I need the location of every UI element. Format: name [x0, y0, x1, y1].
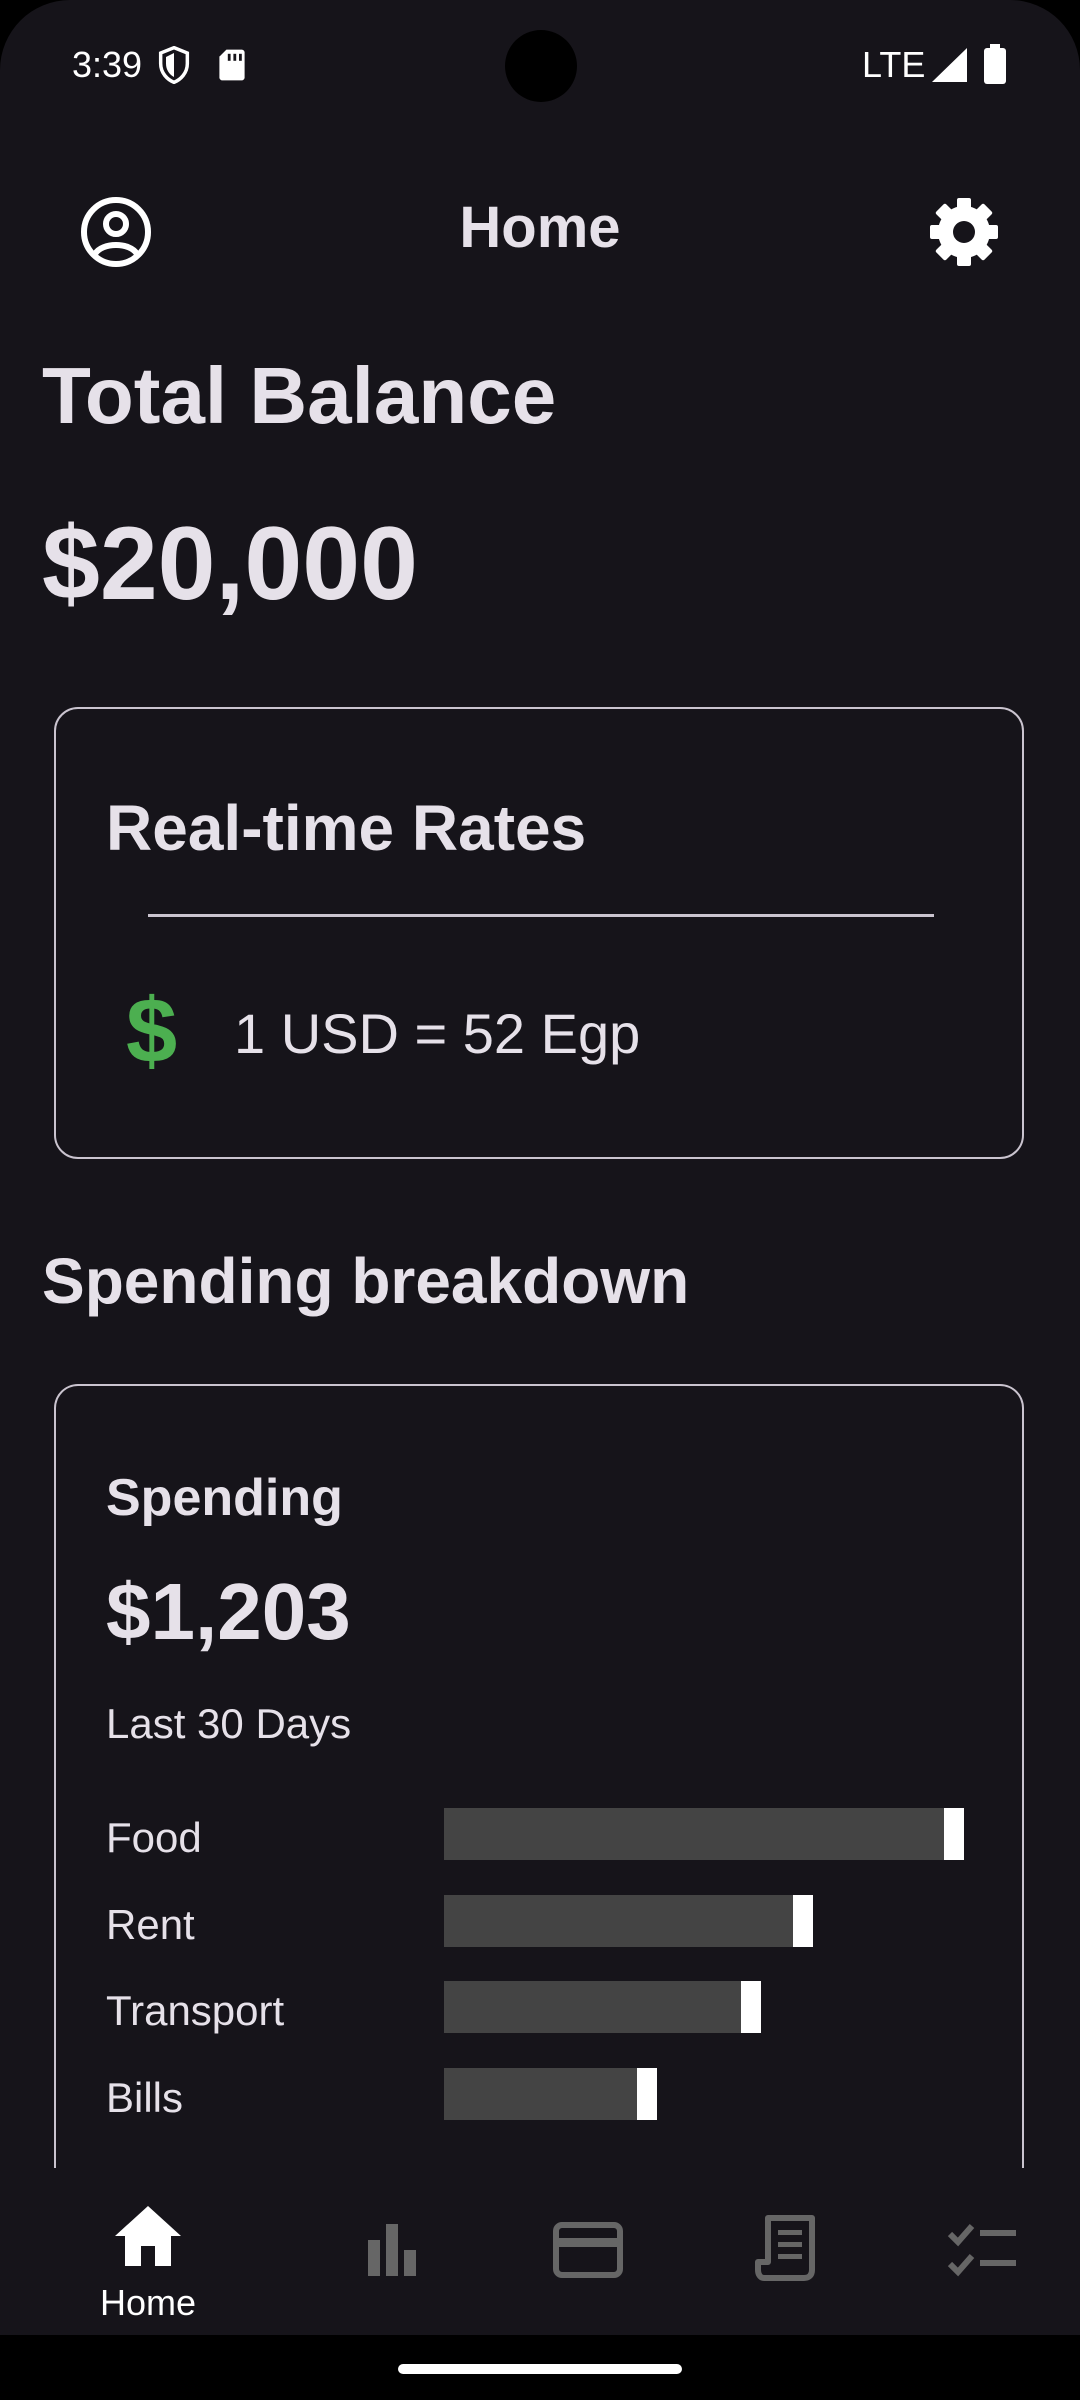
category-row-bills: Bills [106, 2068, 976, 2124]
nav-label-home: Home [99, 2282, 197, 2323]
nav-item-cards[interactable] [518, 2198, 658, 2308]
bottom-navigation: Home [0, 2168, 1080, 2335]
nav-item-home[interactable]: Home [78, 2198, 218, 2323]
category-bar-marker [793, 1895, 813, 1947]
camera-cutout [505, 30, 577, 102]
category-name: Transport [106, 1987, 285, 2034]
spending-breakdown-heading: Spending breakdown [42, 1245, 690, 1317]
sd-card-icon [218, 48, 246, 87]
gesture-home-indicator[interactable] [398, 2364, 682, 2374]
spending-label: Spending [106, 1469, 343, 1527]
total-balance-amount: $20,000 [42, 506, 418, 622]
category-bar [444, 1808, 964, 1860]
app-screen: 3:39 LTE Home Total Balance $20,000 Real… [0, 0, 1080, 2335]
category-row-transport: Transport [106, 1981, 976, 2037]
category-bar-marker [637, 2068, 657, 2120]
credit-card-icon [553, 2222, 623, 2278]
battery-icon [984, 44, 1006, 89]
receipt-icon [755, 2215, 815, 2281]
category-row-rent: Rent [106, 1895, 976, 1951]
bar-chart-icon [368, 2224, 416, 2276]
settings-button[interactable] [918, 186, 1010, 278]
signal-icon [932, 48, 968, 87]
home-icon [115, 2206, 181, 2266]
spending-total: $1,203 [106, 1567, 351, 1656]
gear-icon [930, 198, 998, 266]
rates-card-title: Real-time Rates [106, 792, 587, 864]
nav-item-receipts[interactable] [716, 2198, 856, 2308]
spending-period: Last 30 Days [106, 1700, 352, 1747]
top-app-bar: Home [0, 180, 1080, 280]
category-row-food: Food [106, 1808, 976, 1864]
exchange-rate: 1 USD = 52 Egp [234, 1002, 641, 1065]
category-bar [444, 2068, 657, 2120]
nav-item-tasks[interactable] [912, 2198, 1052, 2308]
nav-item-stats[interactable] [322, 2198, 462, 2308]
shield-icon [158, 45, 190, 89]
total-balance-heading: Total Balance [42, 351, 557, 440]
real-time-rates-card: Real-time Rates $ 1 USD = 52 Egp [54, 707, 1024, 1159]
category-bar-marker [741, 1981, 761, 2033]
status-time: 3:39 [72, 44, 143, 85]
category-bar [444, 1895, 813, 1947]
divider [148, 914, 934, 917]
category-bar [444, 1981, 761, 2033]
status-bar: 3:39 LTE [0, 0, 1080, 130]
spending-card: Spending $1,203 Last 30 Days Food Rent T… [54, 1384, 1024, 2284]
category-name: Rent [106, 1901, 195, 1948]
checklist-icon [947, 2224, 1016, 2277]
category-name: Bills [106, 2074, 184, 2121]
category-name: Food [106, 1814, 202, 1861]
dollar-icon: $ [126, 980, 178, 1082]
category-bar-marker [944, 1808, 964, 1860]
network-type: LTE [862, 44, 926, 85]
